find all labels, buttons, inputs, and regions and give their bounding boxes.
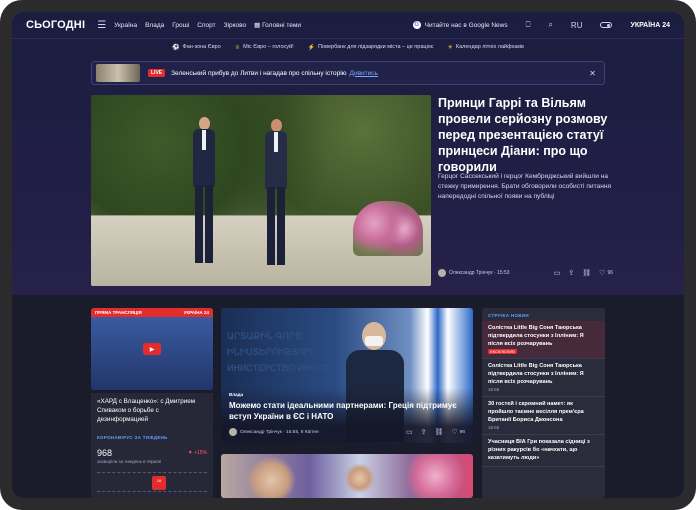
hero-time: 15:53 [497,270,510,276]
crown-icon: ♕ [234,44,241,51]
feed-label: СТРІЧКА НОВИН [488,313,529,318]
lightning-icon: ⚡ [307,44,316,51]
covid-label: КОРОНАВІРУС ЗА ТИЖДЕНЬ [97,435,168,440]
link-icon[interactable]: ⛓ [434,428,443,436]
play-icon[interactable]: ▶ [143,343,161,355]
bookmark-icon[interactable]: ⎕ [526,20,531,30]
live-thumbnail [96,64,140,82]
sun-icon: ☀ [447,44,453,51]
tag-calendar[interactable]: ☀ Календар літніх лайфхаків [447,44,523,51]
share-icon[interactable]: ⇪ [421,428,427,436]
live-badge: LIVE [148,69,166,77]
person-figure [191,117,217,267]
hero-title[interactable]: Принци Гаррі та Вільям провели серйозну … [438,95,613,175]
hero-author[interactable]: Олександр Трінчук [449,270,493,276]
live-banner[interactable]: LIVE Зеленський прибув до Литви і нагада… [91,61,605,85]
tags-bar: ⚽ Фан-зона Євро ♕ Міс Євро – голосуй! ⚡ Пов… [12,40,684,54]
covid-card[interactable]: КОРОНАВІРУС ЗА ТИЖДЕНЬ 968 ▼ +15% захвор… [91,430,213,498]
photo-card[interactable] [221,454,473,498]
nav-link-ukraine[interactable]: Україна [114,22,137,29]
ukraine24-logo[interactable]: УКРАЇНА 24 [630,22,670,29]
google-icon: G [412,21,421,29]
covid-delta: ▼ +15% [187,450,207,456]
site-logo[interactable]: СЬОГОДНІ [26,19,85,31]
nav-link-groshi[interactable]: Гроші [172,22,189,29]
avatar [229,428,237,436]
google-news-label: Читайте нас в Google News [424,21,508,29]
share-icon[interactable]: ⇪ [568,269,574,277]
avatar [438,269,446,277]
main-news-title[interactable]: Можемо стати ідеальними партнерами: Грец… [229,400,464,422]
hero-meta: Олександр Трінчук · 15:53 ▭ ⇪ ⛓ ♡ 96 [438,267,613,279]
nav-link-vlada[interactable]: Влада [145,22,164,29]
covid-value: 968 [97,448,113,458]
feed-item[interactable]: Солістка Little Big Соня Таюрська підтве… [482,321,605,360]
ball-icon: ⚽ [172,44,180,51]
person-figure [263,119,289,269]
tag-miss-euro[interactable]: ♕ Міс Євро – голосуй! [235,44,294,51]
menu-icon[interactable]: ☰ [97,20,106,31]
main-news-card[interactable]: ԱՐՏԱՔԻՆ ԳՈՐԾ ԻՆԻՍՏԵՐՈՒԹՅՈՒՆ ИНИСТЕРСТВО … [221,308,473,443]
nav-link-zirkovo[interactable]: Зірково [224,22,247,29]
nav-topics[interactable]: ▦ Головні теми [254,21,301,29]
tag-fanzone[interactable]: ⚽ Фан-зона Євро [172,44,221,51]
heart-icon[interactable]: ♡ [599,269,605,277]
broadcast-title[interactable]: «ХАРД с Влащенко»: с Дмитрием Спиваком о… [91,393,213,433]
theme-toggle[interactable] [600,22,613,28]
save-icon[interactable]: ▭ [406,428,413,436]
screen: СЬОГОДНІ ☰ Україна Влада Гроші Спорт Зір… [12,12,684,498]
save-icon[interactable]: ▭ [554,269,561,277]
heart-icon[interactable]: ♡ [451,428,457,436]
search-icon[interactable]: ⌕ [548,20,552,30]
language-switch[interactable]: RU [571,21,583,30]
feed-item[interactable]: Солістка Little Big Соня Таюрська підтве… [482,359,605,398]
exclusive-badge: ЕКСКЛЮЗИВ [488,349,517,355]
top-nav: СЬОГОДНІ ☰ Україна Влада Гроші Спорт Зір… [12,12,684,39]
nav-link-sport[interactable]: Спорт [197,22,215,29]
close-icon[interactable]: ✕ [589,69,596,78]
feed-item[interactable]: Учасниця ВІА Гри показала сідниці з різн… [482,435,605,468]
topics-label: Головні теми [262,22,302,29]
tablet-frame: СЬОГОДНІ ☰ Україна Влада Гроші Спорт Зір… [0,0,696,510]
rubric-label[interactable]: Влада [229,392,243,397]
broadcast-header: ПРЯМА ТРАНСЛЯЦІЯ УКРАЇНА 24 [91,308,213,317]
covid-chart: 16 [97,472,207,492]
live-headline[interactable]: Зеленський прибув до Литви і нагадав про… [171,70,346,77]
hero-lead: Герцог Сассекський і герцог Кембриджськи… [438,173,612,200]
link-icon[interactable]: ⛓ [582,269,591,277]
feed-item[interactable]: 30 гостей і скромний намет: як пройшло т… [482,397,605,436]
covid-marker: 16 [152,476,166,490]
live-watch-link[interactable]: Дивитись [350,70,378,77]
hero-likes: 96 [607,270,613,276]
tag-powerbank[interactable]: ⚡ Повербанк для підзарядки міста – це пра… [308,44,434,51]
hero-image[interactable] [91,95,431,286]
covid-sub: захворіли за тиждень в Україні [97,459,162,464]
news-feed: СТРІЧКА НОВИН Солістка Little Big Соня Т… [482,308,605,498]
main-news-meta: Олександр Трінчук · 15:55, 8 Квітня ▭ ⇪ … [229,428,465,436]
live-broadcast-card[interactable]: ПРЯМА ТРАНСЛЯЦІЯ УКРАЇНА 24 ▶ [91,308,213,390]
grid-icon: ▦ [254,22,261,29]
google-news-link[interactable]: G Читайте нас в Google News [412,21,508,29]
